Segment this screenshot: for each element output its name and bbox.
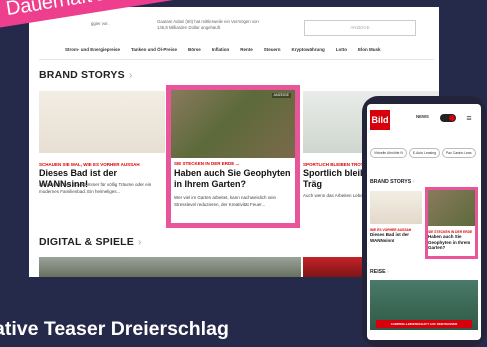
teaser-kicker: SCHAUEN SIE MAL, WIE ES VORHER AUSSAH — [39, 162, 140, 167]
section-title: REISE — [370, 269, 386, 275]
topic-nav: Strom- und Energiepreise Tanken und Öl-P… — [65, 47, 381, 52]
nav-item[interactable]: Elon Musk — [358, 47, 381, 52]
nav-item[interactable]: Kryptowährung — [292, 47, 325, 52]
teaser-image[interactable] — [39, 257, 301, 277]
nav-item[interactable]: Steuern — [264, 47, 281, 52]
teaser-title: Dieses Bad ist der WANNsinn! — [370, 232, 410, 243]
teaser-card-highlighted[interactable]: SIE STECKEN IN DER ERDE Haben auch Sie G… — [425, 187, 478, 259]
nav-item[interactable]: Börse — [188, 47, 201, 52]
chip[interactable]: Pac Casino Leas — [441, 148, 476, 158]
teaser-text: Ein gemütliches Schlafzimmer für völlig … — [39, 182, 152, 194]
nav-item[interactable]: Tanken und Öl-Preise — [131, 47, 177, 52]
news-label: NEWS — [416, 114, 429, 119]
section-header-digital-spiele[interactable]: DIGITAL & SPIELE › — [39, 236, 142, 248]
section-header-brand-storys[interactable]: BRAND STORYS › — [39, 69, 133, 81]
phone-mockup: Bild NEWS ≡ Virtuelle Ahnöhle N E-Auto L… — [362, 96, 486, 347]
teaser-kicker: SPORTLICH BLEIBEN TROT — [303, 162, 364, 167]
teaser-title: Haben auch Sie Geophyten in Ihrem Garten… — [174, 168, 291, 189]
teaser-image: ANZEIGE — [171, 90, 295, 158]
teaser-card-highlighted[interactable]: ANZEIGE SIE STECKEN IN DER ERDE ... Habe… — [166, 85, 300, 228]
article-snippet: ggier vor. — [91, 21, 109, 26]
chevron-right-icon: › — [385, 269, 389, 275]
chevron-right-icon: › — [138, 236, 142, 248]
article-snippet: Gautam Adani (60) hat mittlerweile ein V… — [157, 19, 259, 30]
section-header-reise[interactable]: REISE › — [370, 269, 389, 275]
chip[interactable]: Virtuelle Ahnöhle N — [370, 148, 407, 158]
ad-sticker: ANZEIGE — [271, 93, 291, 98]
bild-logo[interactable]: Bild — [370, 110, 390, 130]
chevron-right-icon: › — [128, 69, 133, 81]
section-header-brand-storys[interactable]: BRAND STORYS › — [370, 179, 414, 185]
chip[interactable]: E-Auto Leasing — [408, 148, 440, 158]
nav-item[interactable]: Rente — [240, 47, 253, 52]
phone-screen: Bild NEWS ≡ Virtuelle Ahnöhle N E-Auto L… — [367, 104, 481, 340]
teaser-image — [39, 91, 165, 153]
nav-item[interactable]: Inflation — [212, 47, 230, 52]
teaser-card[interactable]: SCHAUEN SIE MAL, WIE ES VORHER AUSSAH Di… — [39, 91, 165, 231]
section-title: BRAND STORYS — [39, 69, 125, 81]
chip-row: Virtuelle Ahnöhle N E-Auto Leasing Pac C… — [370, 148, 476, 158]
divider — [39, 59, 434, 60]
ad-box: ANZEIGE — [304, 20, 416, 36]
teaser-image — [428, 190, 475, 226]
teaser-image[interactable]: CAMPING-LEIDENSCHAFT AUF DEM WASSER — [370, 280, 478, 330]
teaser-card[interactable]: WIE ES VORHER AUSSAH Dieses Bad ist der … — [370, 191, 422, 261]
nav-item[interactable]: Lotto — [336, 47, 347, 52]
menu-icon[interactable]: ≡ — [464, 112, 474, 124]
section-title: BRAND STORYS — [370, 179, 412, 185]
news-toggle[interactable] — [440, 114, 456, 122]
toggle-knob — [449, 115, 455, 121]
image-label: CAMPING-LEIDENSCHAFT AUF DEM WASSER — [376, 320, 472, 328]
teaser-image — [370, 191, 422, 224]
teaser-text: Wer viel im Garten arbeitet, kann nachwe… — [174, 195, 276, 207]
chevron-right-icon: › — [411, 179, 415, 185]
teaser-kicker: SIE STECKEN IN DER ERDE ... — [174, 161, 240, 166]
nav-item[interactable]: Strom- und Energiepreise — [65, 47, 120, 52]
section-title: DIGITAL & SPIELE — [39, 236, 134, 248]
slide-caption: ative Teaser Dreierschlag — [0, 318, 229, 340]
teaser-title: Haben auch Sie Geophyten in Ihrem Garten… — [428, 234, 471, 250]
